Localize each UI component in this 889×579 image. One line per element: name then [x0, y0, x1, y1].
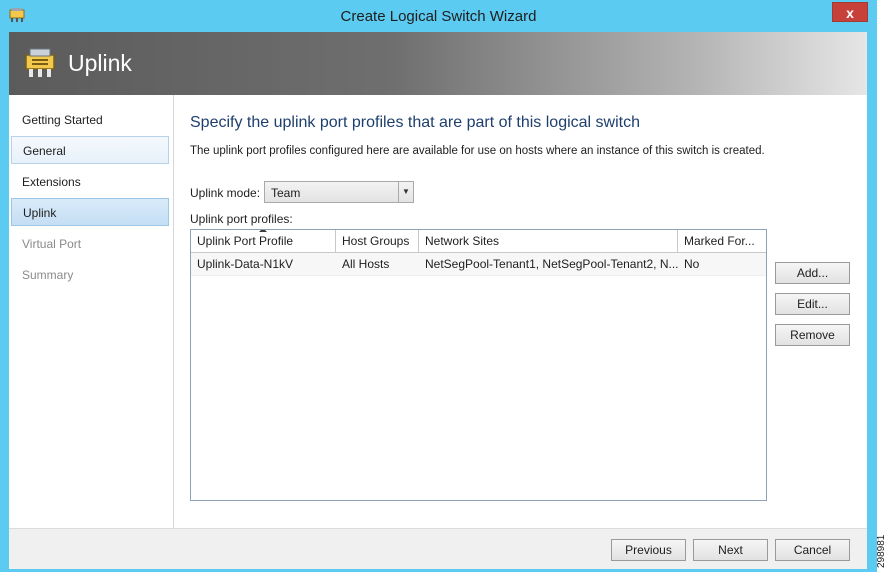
- add-button[interactable]: Add...: [775, 262, 850, 284]
- previous-button[interactable]: Previous: [611, 539, 686, 561]
- wizard-nav: Getting Started General Extensions Uplin…: [9, 95, 174, 528]
- column-header-uplink-port-profile[interactable]: Uplink Port Profile: [191, 230, 336, 252]
- table-row[interactable]: Uplink-Data-N1kV All Hosts NetSegPool-Te…: [191, 253, 766, 276]
- section-heading: Specify the uplink port profiles that ar…: [190, 114, 640, 131]
- page-title: Uplink: [68, 50, 132, 76]
- cell-network-sites: NetSegPool-Tenant1, NetSegPool-Tenant2, …: [425, 257, 678, 271]
- nav-item-extensions[interactable]: Extensions: [11, 168, 169, 196]
- uplink-profiles-label: Uplink port profiles:: [190, 212, 293, 226]
- column-header-network-sites[interactable]: Network Sites: [419, 230, 678, 252]
- nav-item-summary: Summary: [22, 268, 74, 282]
- nav-item-virtual-port: Virtual Port: [22, 237, 82, 251]
- title-bar[interactable]: Create Logical Switch Wizard x: [0, 0, 877, 32]
- uplink-profiles-table: Uplink Port Profile Host Groups Network …: [190, 229, 767, 501]
- cell-uplink-port-profile: Uplink-Data-N1kV: [197, 257, 294, 271]
- cancel-button[interactable]: Cancel: [775, 539, 850, 561]
- uplink-mode-value: Team: [271, 186, 301, 200]
- nav-item-getting-started[interactable]: Getting Started: [11, 106, 169, 134]
- main-content: Specify the uplink port profiles that ar…: [174, 95, 867, 528]
- uplink-mode-label: Uplink mode:: [190, 186, 261, 200]
- remove-button[interactable]: Remove: [775, 324, 850, 346]
- table-header: Uplink Port Profile Host Groups Network …: [191, 230, 766, 253]
- column-header-marked-for[interactable]: Marked For...: [678, 230, 766, 252]
- next-button[interactable]: Next: [693, 539, 768, 561]
- uplink-mode-select[interactable]: Team ▼: [264, 181, 414, 203]
- column-header-host-groups[interactable]: Host Groups: [336, 230, 419, 252]
- cell-marked-for: No: [684, 257, 700, 271]
- wizard-window: Create Logical Switch Wizard x Uplink Ge…: [0, 0, 877, 572]
- close-button[interactable]: x: [832, 2, 868, 22]
- page-margin: [877, 0, 889, 520]
- figure-id: 298981: [876, 534, 887, 568]
- page-banner: Uplink: [9, 32, 867, 95]
- column-header-label: Uplink Port Profile: [197, 234, 294, 248]
- logical-switch-icon: [25, 48, 55, 77]
- section-description: The uplink port profiles configured here…: [190, 145, 765, 157]
- nav-item-uplink[interactable]: Uplink: [11, 198, 169, 226]
- wizard-client-area: Uplink Getting Started General Extension…: [9, 32, 867, 569]
- chevron-down-icon[interactable]: ▼: [398, 182, 413, 202]
- edit-button[interactable]: Edit...: [775, 293, 850, 315]
- cell-host-groups: All Hosts: [342, 257, 390, 271]
- window-title: Create Logical Switch Wizard: [340, 8, 537, 25]
- sort-ascending-icon: [259, 230, 267, 232]
- wizard-footer: Previous Next Cancel: [9, 528, 867, 569]
- nav-item-general[interactable]: General: [11, 136, 169, 164]
